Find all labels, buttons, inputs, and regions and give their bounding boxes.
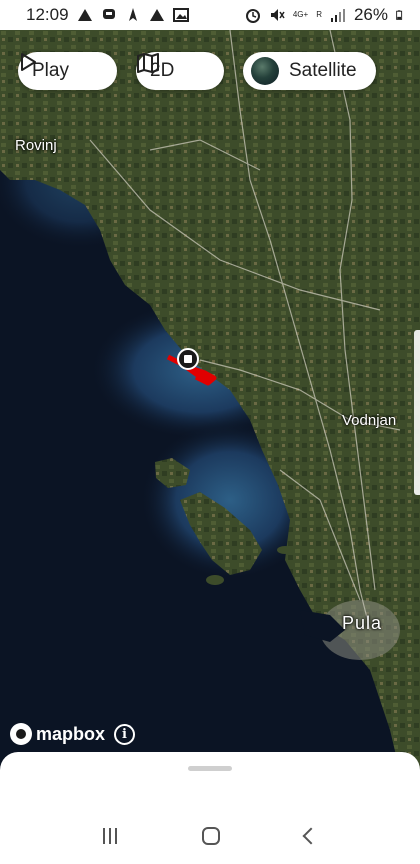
chat-icon	[102, 9, 115, 19]
battery-icon	[396, 10, 403, 20]
mapbox-logo-text: mapbox	[36, 723, 106, 744]
attribution-info-button[interactable]: i	[114, 724, 135, 745]
warning-icon	[77, 9, 92, 21]
home-icon[interactable]	[201, 827, 220, 845]
back-icon[interactable]	[302, 827, 320, 845]
battery-percent: 26%	[353, 5, 388, 24]
play-icon	[21, 53, 36, 71]
status-bar: 12:09 4G+ R 26%	[0, 0, 420, 30]
islet	[277, 546, 293, 554]
mapbox-logo-icon	[10, 723, 32, 745]
stop-icon	[184, 355, 192, 363]
signal-icon	[330, 9, 345, 22]
recent-apps-icon[interactable]	[102, 828, 117, 844]
place-label-vodnjan: Vodnjan	[342, 412, 397, 429]
map-layer-label: Satellite	[289, 60, 357, 81]
side-drag-handle[interactable]	[414, 330, 420, 495]
map-icon	[137, 53, 159, 73]
place-label-rovinj: Rovinj	[15, 137, 57, 154]
satellite-globe-icon	[251, 57, 279, 85]
sheet-grabber[interactable]	[188, 766, 232, 771]
clock: 12:09	[26, 5, 69, 24]
warning-icon	[149, 9, 164, 21]
alarm-icon	[245, 9, 260, 23]
islet	[206, 575, 224, 585]
status-left: 12:09	[26, 5, 189, 25]
navigation-icon	[128, 8, 137, 21]
play-button[interactable]: Play	[18, 52, 117, 90]
current-position-marker[interactable]	[177, 348, 199, 370]
status-right: 4G+ R 26%	[245, 5, 406, 25]
image-icon	[172, 8, 189, 22]
mute-icon	[270, 9, 285, 21]
view-mode-button[interactable]: 2D	[136, 52, 224, 90]
network-type: 4G+	[292, 10, 309, 19]
bottom-sheet[interactable]	[0, 752, 420, 814]
map-imagery	[0, 30, 420, 772]
system-navigation-bar	[0, 808, 420, 864]
map-layer-button[interactable]: Satellite	[243, 52, 376, 90]
place-label-pula: Pula	[342, 613, 383, 633]
mapbox-logo: mapbox	[10, 723, 105, 745]
satellite-map[interactable]: Rovinj Vodnjan Pula Play 2D Satellite ma…	[0, 30, 420, 772]
roaming-indicator: R	[316, 10, 322, 19]
